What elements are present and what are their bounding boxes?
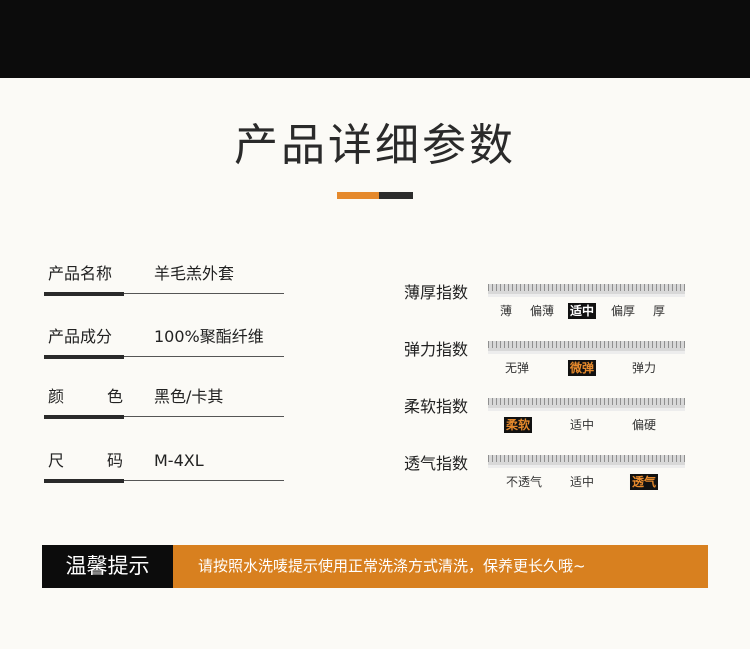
index-option: 无弹 (504, 361, 530, 375)
spec-label-char: 色 (106, 387, 123, 406)
tip-text: 请按照水洗唛提示使用正常洗涤方式清洗，保养更长久哦~ (173, 545, 708, 588)
tip-label: 温馨提示 (42, 545, 173, 588)
index-option: 薄 (499, 304, 513, 318)
index-label: 弹力指数 (404, 340, 469, 359)
spec-value: 黑色/卡其 (154, 387, 224, 406)
index-option-selected: 适中 (567, 303, 597, 319)
divider-accent (44, 292, 124, 296)
spec-value: 羊毛羔外套 (154, 264, 235, 283)
thickness-index: 薄厚指数 薄 偏薄 适中 偏厚 厚 (404, 282, 704, 332)
spec-label: 产品成分 (48, 327, 113, 346)
index-option: 偏厚 (610, 304, 636, 318)
index-label: 薄厚指数 (404, 283, 469, 302)
spec-row-name: 产品名称 羊毛羔外套 (44, 263, 284, 323)
spec-row-material: 产品成分 100%聚酯纤维 (44, 326, 284, 386)
divider-accent (44, 355, 124, 359)
index-option-selected: 柔软 (503, 417, 533, 433)
spec-label-char: 颜 (48, 387, 65, 406)
index-option: 不透气 (505, 475, 543, 489)
spec-label: 尺 码 (48, 450, 123, 472)
spec-row-size: 尺 码 M-4XL (44, 450, 284, 510)
spec-label: 产品名称 (48, 264, 113, 283)
index-option: 适中 (569, 475, 595, 489)
spec-label: 颜 色 (48, 386, 123, 408)
index-label: 透气指数 (404, 454, 469, 473)
title-underline-accent (337, 192, 379, 199)
index-label: 柔软指数 (404, 397, 469, 416)
title-underline-dark (379, 192, 413, 199)
divider-accent (44, 415, 124, 419)
index-option: 偏硬 (631, 418, 657, 432)
index-ruler (488, 341, 685, 354)
index-option-selected: 微弹 (567, 360, 597, 376)
spec-label-char: 码 (106, 451, 123, 470)
index-option: 偏薄 (529, 304, 555, 318)
index-option-selected: 透气 (629, 474, 659, 490)
spec-label-char: 尺 (48, 451, 65, 470)
index-option: 厚 (652, 304, 666, 318)
elasticity-index: 弹力指数 无弹 微弹 弹力 (404, 339, 704, 389)
breathability-index: 透气指数 不透气 适中 透气 (404, 453, 704, 503)
top-banner (0, 0, 750, 78)
spec-row-color: 颜 色 黑色/卡其 (44, 386, 284, 446)
index-ruler (488, 284, 685, 297)
tip-bar: 温馨提示 请按照水洗唛提示使用正常洗涤方式清洗，保养更长久哦~ (42, 545, 708, 588)
divider-accent (44, 479, 124, 483)
spec-value: 100%聚酯纤维 (154, 327, 264, 346)
index-option: 适中 (569, 418, 595, 432)
index-ruler (488, 398, 685, 411)
index-ruler (488, 455, 685, 468)
spec-value: M-4XL (154, 451, 204, 470)
index-option: 弹力 (631, 361, 657, 375)
softness-index: 柔软指数 柔软 适中 偏硬 (404, 396, 704, 446)
page-title: 产品详细参数 (234, 120, 516, 171)
